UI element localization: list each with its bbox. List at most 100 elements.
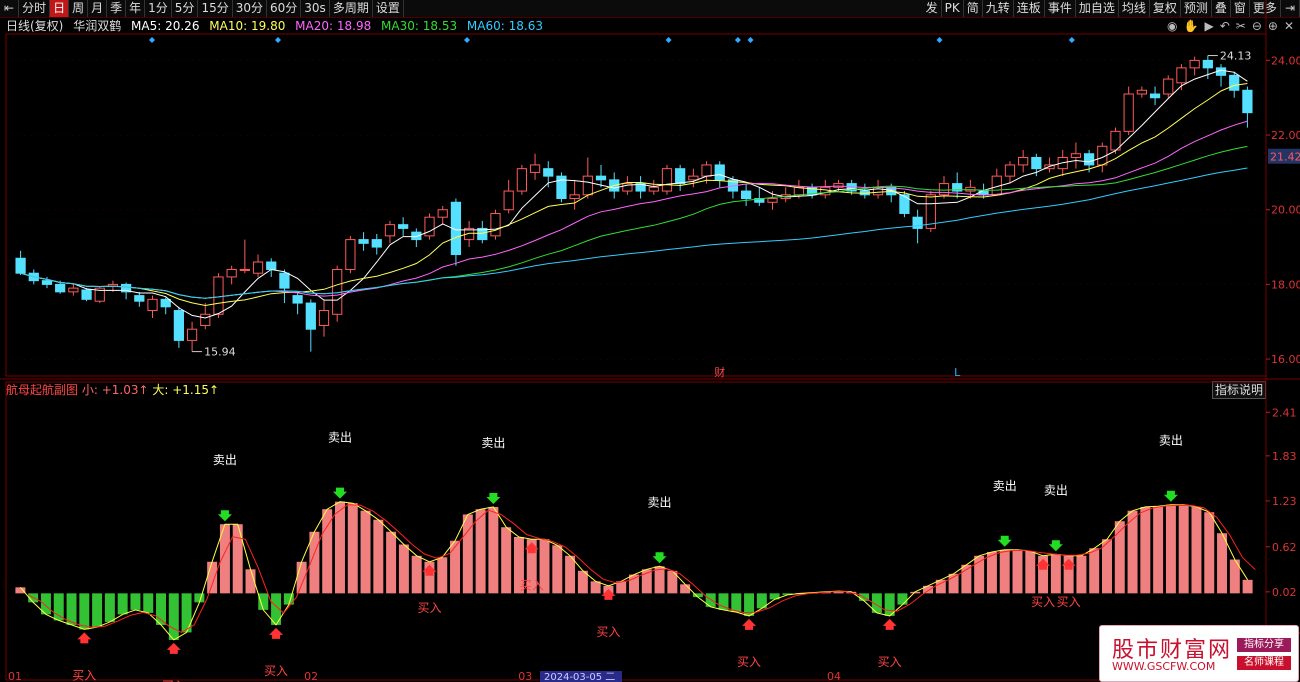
sell-label: 卖出 xyxy=(993,479,1017,493)
event-marker xyxy=(665,37,672,43)
sell-arrow xyxy=(1048,540,1063,552)
indicator-bar xyxy=(437,557,448,594)
indicator-bar xyxy=(411,555,422,594)
ind-y-label: 0.62 xyxy=(1272,541,1297,554)
sell-arrow xyxy=(332,487,347,499)
indicator-bar xyxy=(986,552,997,594)
candle-body xyxy=(15,257,26,274)
buy-label: 买入 xyxy=(737,655,761,669)
indicator-bar xyxy=(181,593,192,633)
stock-chart[interactable]: 16.0018.0020.0022.0024.00-0.5740.020.621… xyxy=(0,0,1300,682)
candle-body xyxy=(1004,164,1016,177)
candle-body xyxy=(595,175,607,181)
candle-body xyxy=(490,212,501,237)
finance-annotation: 财 xyxy=(714,365,725,379)
indicator-bar xyxy=(296,561,307,594)
sell-label: 卖出 xyxy=(481,436,505,450)
candle-body xyxy=(186,328,198,341)
indicator-bar xyxy=(488,506,499,594)
indicator-bar xyxy=(1025,551,1036,594)
ma60-line xyxy=(20,167,1248,299)
candle-body xyxy=(371,239,382,248)
indicator-bar xyxy=(616,581,627,594)
candle-body xyxy=(912,216,923,229)
indicator-bar xyxy=(1191,506,1202,594)
buy-label: 买入 xyxy=(417,601,441,615)
candle-body xyxy=(1018,156,1029,166)
sell-label: 卖出 xyxy=(328,431,352,445)
watermark-tag-share: 指标分享 xyxy=(1237,638,1291,652)
candle-body xyxy=(318,310,330,326)
low-label: 15.94 xyxy=(204,346,236,359)
buy-label: 买入 xyxy=(520,578,544,592)
indicator-bar xyxy=(334,501,345,594)
indicator-bar xyxy=(680,584,691,594)
candle-body xyxy=(266,261,277,270)
indicator-frame xyxy=(5,381,1267,681)
buy-arrow xyxy=(742,618,757,630)
indicator-bar xyxy=(322,509,333,594)
candle-body xyxy=(1123,93,1134,132)
date-label: 2024-03-05 二 xyxy=(544,672,615,682)
indicator-bar xyxy=(130,593,141,610)
buy-arrow xyxy=(882,618,897,630)
sell-label: 卖出 xyxy=(1044,483,1068,497)
candle-body xyxy=(147,298,158,312)
sell-arrow xyxy=(1163,490,1178,502)
candle-body xyxy=(701,164,712,177)
candle-body xyxy=(1176,67,1187,84)
candle-body xyxy=(252,261,264,274)
indicator-bar xyxy=(1012,549,1023,594)
candle-body xyxy=(1083,153,1095,166)
candle-body xyxy=(1189,59,1200,69)
sell-label: 卖出 xyxy=(648,495,672,509)
candle-body xyxy=(134,295,145,302)
ind-y-label: 1.83 xyxy=(1272,450,1297,463)
indicator-bar xyxy=(386,531,397,594)
event-marker xyxy=(275,37,281,43)
buy-arrow xyxy=(269,627,284,639)
indicator-bar xyxy=(731,593,742,613)
x-axis-label: 01 xyxy=(8,670,22,682)
sell-arrow xyxy=(486,492,501,504)
candle-body xyxy=(938,183,950,196)
high-label: 24.13 xyxy=(1220,50,1252,63)
candle-body xyxy=(675,168,686,185)
indicator-bar xyxy=(53,593,64,621)
ind-y-label: 2.41 xyxy=(1272,406,1297,419)
watermark-logo: 股市财富网 WWW.GSCFW.COM 指标分享 名师课程 xyxy=(1099,625,1299,682)
candle-body xyxy=(1202,59,1213,69)
indicator-bar xyxy=(143,593,154,613)
indicator-bar xyxy=(207,561,218,594)
ma10-line xyxy=(20,83,1248,307)
kline-y-label: 16.00 xyxy=(1271,353,1300,366)
indicator-bar xyxy=(347,503,358,594)
indicator-bar xyxy=(232,524,243,594)
indicator-bar xyxy=(1165,504,1176,594)
ind-y-label: 1.23 xyxy=(1272,495,1297,508)
indicator-bar xyxy=(565,555,576,594)
indicator-bar xyxy=(501,527,512,594)
buy-label: 买入 xyxy=(72,668,96,682)
x-axis-label: 02 xyxy=(304,670,318,682)
indicator-bar xyxy=(450,540,461,594)
indicator-fast-line xyxy=(20,501,1249,641)
candle-body xyxy=(398,224,409,229)
candle-body xyxy=(1136,89,1147,95)
indicator-bar xyxy=(1217,533,1228,594)
ma5-line xyxy=(20,69,1248,319)
candle-body xyxy=(582,175,593,196)
candle-body xyxy=(1229,74,1240,91)
candle-body xyxy=(1163,78,1174,95)
candle-body xyxy=(292,295,303,304)
indicator-bar xyxy=(1153,506,1164,594)
sell-arrow xyxy=(997,535,1012,547)
watermark-tag-course: 名师课程 xyxy=(1237,656,1291,670)
ma30-line xyxy=(20,145,1248,299)
candle-body xyxy=(239,268,250,271)
candle-body xyxy=(1070,153,1082,158)
indicator-bar xyxy=(104,593,115,622)
indicator-bar xyxy=(552,545,563,594)
sell-arrow xyxy=(217,510,232,522)
event-marker xyxy=(149,37,155,43)
